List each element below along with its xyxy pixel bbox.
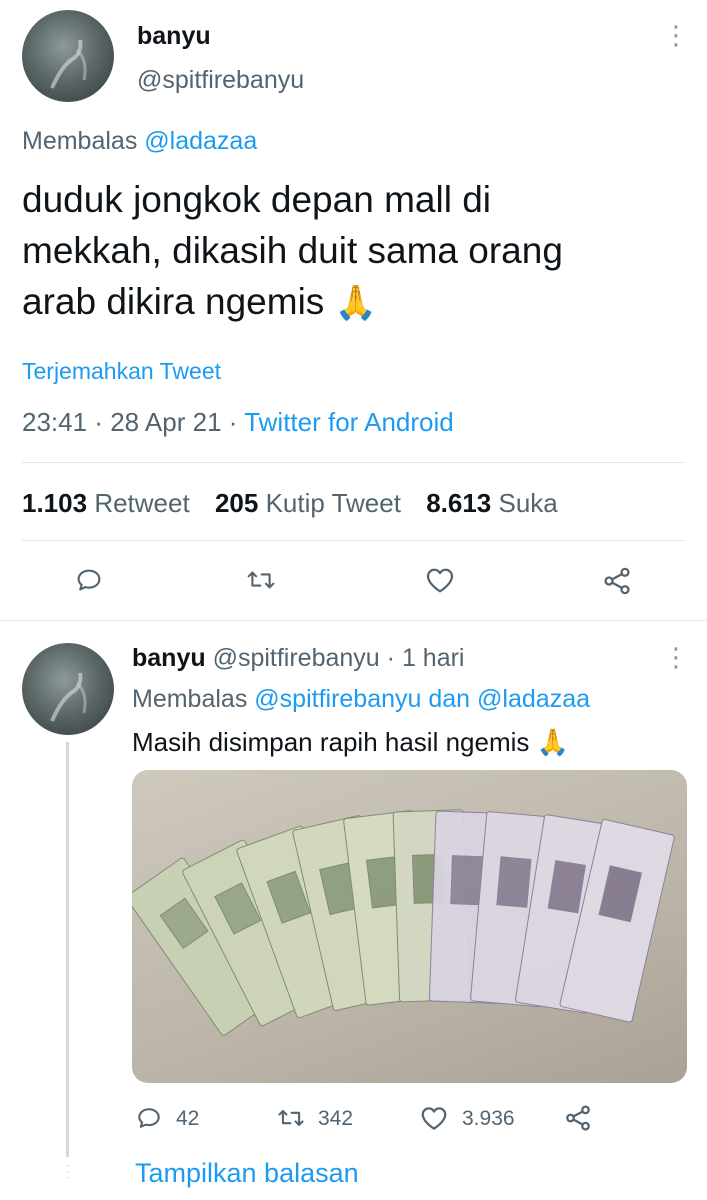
retweets-stat[interactable]: 1.103 Retweet (22, 488, 190, 518)
tweet-metadata: 23:41 · 28 Apr 21 · Twitter for Android (22, 407, 454, 437)
tweet-text-line: duduk jongkok depan mall di (22, 179, 491, 220)
user-handle[interactable]: @spitfirebanyu (213, 644, 380, 672)
translate-tweet-link[interactable]: Terjemahkan Tweet (22, 358, 221, 385)
more-options-icon[interactable]: ⋮ (663, 644, 689, 670)
mention-link[interactable]: @ladazaa (144, 127, 257, 155)
divider (22, 540, 685, 541)
quotes-stat[interactable]: 205 Kutip Tweet (215, 488, 401, 518)
tweet-text: Masih disimpan rapih hasil ngemis 🙏 (132, 727, 570, 757)
reply-icon[interactable] (135, 1104, 163, 1132)
tweet-text-line: arab dikira ngemis 🙏 (22, 281, 377, 322)
replying-to: Membalas @ladazaa (22, 127, 257, 156)
banknotes-image (132, 809, 675, 1036)
mention-link[interactable]: @spitfirebanyu (254, 685, 421, 713)
likes-stat[interactable]: 8.613 Suka (426, 488, 558, 518)
replying-prefix: Membalas (132, 685, 248, 713)
retweet-icon[interactable] (245, 565, 277, 595)
tweet-time: 23:41 (22, 407, 88, 437)
tweet-stats: 1.103 Retweet 205 Kutip Tweet 8.613 Suka (22, 488, 558, 519)
share-icon[interactable] (601, 565, 633, 597)
time-ago[interactable]: 1 hari (402, 644, 465, 672)
reply-header: banyu @spitfirebanyu · 1 hari (132, 644, 465, 672)
thread-dots: · · · (64, 1157, 71, 1186)
share-icon[interactable] (563, 1103, 593, 1133)
more-options-icon[interactable]: ⋮ (663, 22, 689, 48)
divider (22, 462, 685, 463)
tweet-text-line: mekkah, dikasih duit sama orang (22, 230, 563, 271)
replying-prefix: Membalas (22, 127, 138, 155)
mention-link[interactable]: @ladazaa (477, 685, 590, 713)
replying-to: Membalas @spitfirebanyu dan @ladazaa (132, 685, 590, 713)
praying-hands-emoji: 🙏 (334, 284, 377, 322)
display-name[interactable]: banyu (137, 22, 211, 51)
divider (0, 620, 707, 621)
like-icon[interactable] (424, 565, 456, 595)
tweet-date: 28 Apr 21 (110, 407, 222, 437)
praying-hands-emoji: 🙏 (536, 727, 570, 757)
tweet-source-link[interactable]: Twitter for Android (244, 407, 454, 437)
tweet-text: duduk jongkok depan mall di mekkah, dika… (22, 174, 692, 329)
user-handle[interactable]: @spitfirebanyu (137, 66, 304, 95)
avatar[interactable] (22, 643, 114, 735)
thread-line (66, 742, 69, 1157)
avatar[interactable] (22, 10, 114, 102)
like-count: 3.936 (462, 1107, 515, 1130)
reply-count: 42 (176, 1107, 200, 1130)
retweet-count: 342 (318, 1107, 354, 1130)
show-replies-link[interactable]: Tampilkan balasan (135, 1158, 359, 1189)
retweet-icon[interactable] (276, 1104, 306, 1132)
display-name[interactable]: banyu (132, 644, 206, 672)
tweet-photo[interactable] (132, 770, 687, 1083)
like-icon[interactable] (419, 1104, 449, 1132)
reply-icon[interactable] (74, 565, 104, 595)
